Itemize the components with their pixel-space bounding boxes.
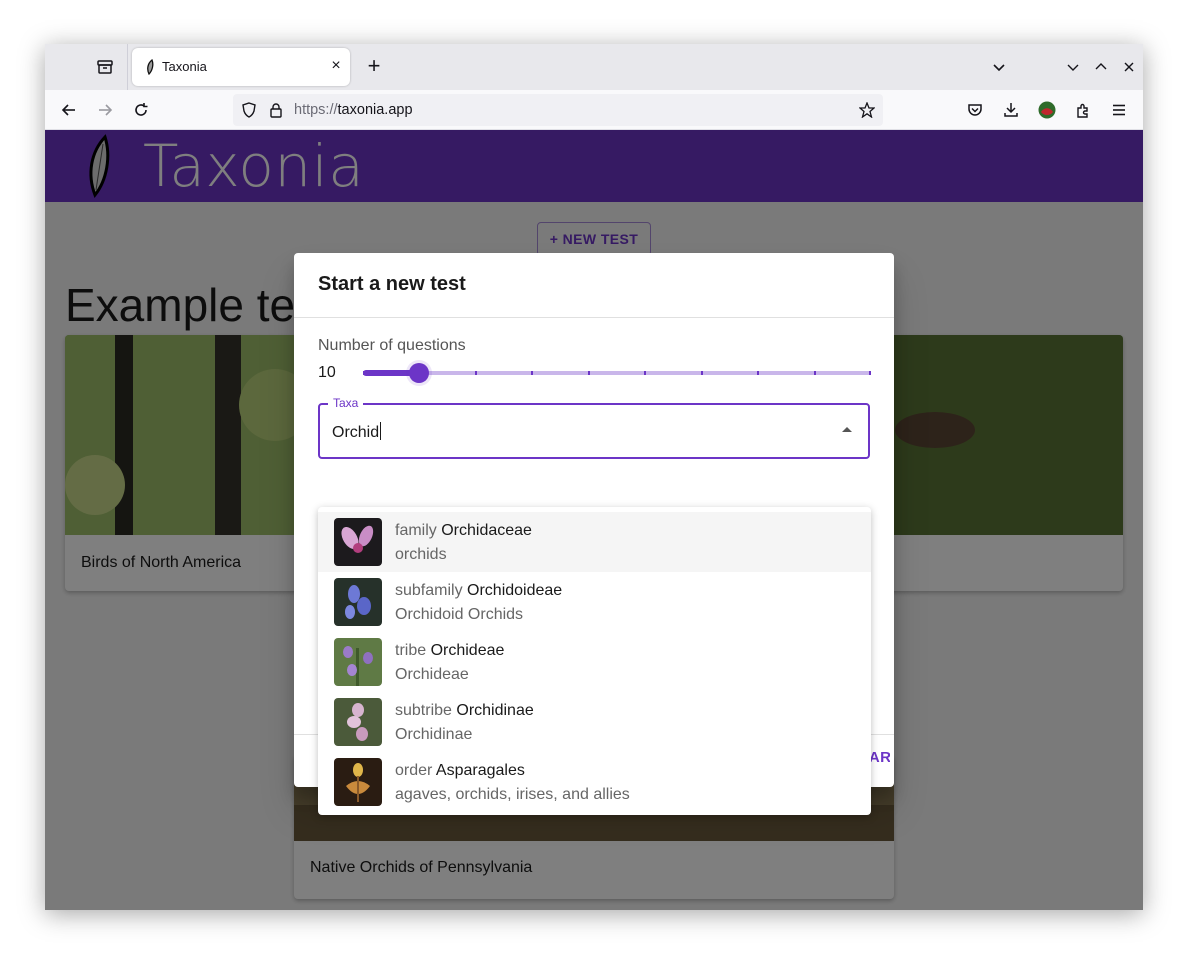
- num-questions-slider[interactable]: [363, 363, 871, 383]
- list-all-tabs-icon[interactable]: [988, 56, 1010, 78]
- taxa-options-list: family Orchidaceae orchids subfamily Orc…: [318, 507, 871, 815]
- slider-rail: [363, 371, 871, 375]
- back-arrow-icon[interactable]: [57, 98, 81, 122]
- leaf-favicon-icon: [147, 59, 154, 75]
- taxa-input[interactable]: Orchid: [332, 422, 382, 442]
- taxon-common-name: Orchidinae: [395, 726, 473, 743]
- taxon-common-name: orchids: [395, 546, 447, 563]
- new-tab-button[interactable]: +: [363, 55, 385, 78]
- slider-step-mark: [475, 371, 477, 375]
- num-questions-label: Number of questions: [318, 337, 466, 354]
- taxon-name: tribe Orchideae: [395, 642, 505, 659]
- minimize-icon[interactable]: [1062, 56, 1084, 78]
- slider-step-mark: [757, 371, 759, 375]
- slider-step-mark: [701, 371, 703, 375]
- extensions-icon[interactable]: [1071, 98, 1095, 122]
- taxon-photo: [334, 578, 382, 626]
- list-item[interactable]: family Orchidaceae orchids: [318, 512, 871, 572]
- reload-icon[interactable]: [129, 98, 153, 122]
- account-avatar-icon[interactable]: [1035, 98, 1059, 122]
- slider-step-mark: [531, 371, 533, 375]
- navigation-toolbar: https://taxonia.app: [45, 90, 1143, 130]
- slider-step-mark: [814, 371, 816, 375]
- taxa-autocomplete[interactable]: Taxa Orchid: [318, 396, 870, 459]
- tab-separator: [127, 44, 128, 90]
- num-questions-value: 10: [318, 364, 336, 381]
- tab-taxonia[interactable]: Taxonia ×: [132, 48, 350, 86]
- bookmark-star-icon[interactable]: [859, 102, 875, 118]
- taxa-label: Taxa: [328, 396, 364, 410]
- taxon-common-name: agaves, orchids, irises, and allies: [395, 786, 630, 803]
- tab-strip: Taxonia × +: [45, 44, 1143, 90]
- taxon-common-name: Orchideae: [395, 666, 469, 683]
- taxon-name: subtribe Orchidinae: [395, 702, 534, 719]
- taxon-photo: [334, 758, 382, 806]
- slider-step-mark: [644, 371, 646, 375]
- address-bar[interactable]: https://taxonia.app: [233, 94, 883, 126]
- url-text[interactable]: https://taxonia.app: [294, 102, 413, 118]
- dialog-title: Start a new test: [318, 273, 466, 295]
- slider-step-mark: [869, 371, 871, 375]
- slider-step-mark: [363, 371, 365, 375]
- pocket-icon[interactable]: [963, 98, 987, 122]
- tab-overview-icon[interactable]: [85, 54, 125, 80]
- lock-icon[interactable]: [268, 102, 284, 118]
- dropdown-arrow-icon[interactable]: [842, 427, 852, 432]
- taxon-name: subfamily Orchidoideae: [395, 582, 563, 599]
- list-item[interactable]: tribe Orchideae Orchideae: [318, 632, 871, 692]
- taxon-photo: [334, 518, 382, 566]
- shield-icon[interactable]: [241, 102, 257, 118]
- downloads-icon[interactable]: [999, 98, 1023, 122]
- slider-step-mark: [588, 371, 590, 375]
- list-item[interactable]: order Asparagales agaves, orchids, irise…: [318, 752, 871, 812]
- tab-close-icon[interactable]: ×: [328, 58, 344, 74]
- list-item[interactable]: subfamily Orchidoideae Orchidoid Orchids: [318, 572, 871, 632]
- taxon-name: order Asparagales: [395, 762, 525, 779]
- dialog-divider: [294, 317, 894, 318]
- browser-window: Taxonia × + https://taxonia.app Start a …: [45, 44, 1143, 910]
- tab-title: Taxonia: [162, 59, 207, 74]
- menu-hamburger-icon[interactable]: [1107, 98, 1131, 122]
- taxon-name: family Orchidaceae: [395, 522, 532, 539]
- taxon-photo: [334, 698, 382, 746]
- taxon-common-name: Orchidoid Orchids: [395, 606, 524, 623]
- maximize-icon[interactable]: [1090, 56, 1112, 78]
- close-window-icon[interactable]: [1118, 56, 1140, 78]
- forward-arrow-icon[interactable]: [93, 98, 117, 122]
- taxon-photo: [334, 638, 382, 686]
- page-content: Taxonia + NEW TEST Example te Birds of N…: [45, 130, 1143, 910]
- slider-thumb[interactable]: [409, 363, 429, 383]
- list-item[interactable]: subtribe Orchidinae Orchidinae: [318, 692, 871, 752]
